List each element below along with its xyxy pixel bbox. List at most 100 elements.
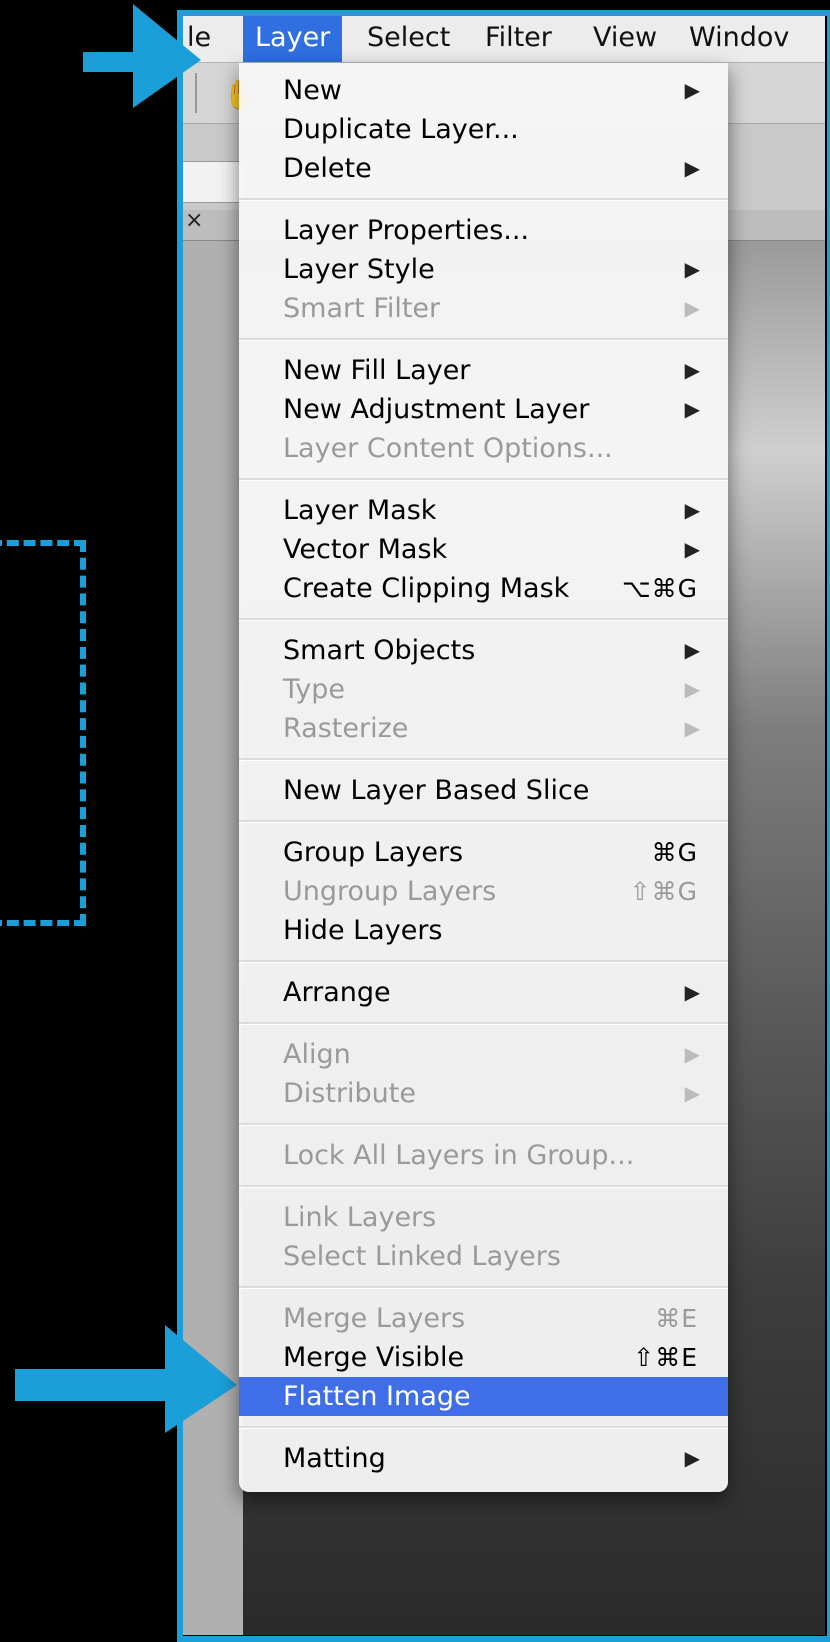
menu-item-rasterize: Rasterize ▶	[239, 709, 728, 748]
menu-item-label: Distribute	[283, 1078, 416, 1109]
shortcut-label: ⌥⌘G	[621, 574, 698, 603]
shortcut-label: ⌘E	[655, 1304, 698, 1333]
menu-item-merge-layers: Merge Layers ⌘E	[239, 1299, 728, 1338]
submenu-arrow-icon: ▶	[684, 1042, 700, 1066]
menu-item-new-fill-layer[interactable]: New Fill Layer ▶	[239, 351, 728, 390]
menu-item-label: Select Linked Layers	[283, 1241, 561, 1272]
menu-item-layer-mask[interactable]: Layer Mask ▶	[239, 491, 728, 530]
menu-item-select-linked-layers: Select Linked Layers	[239, 1237, 728, 1276]
menu-separator	[239, 1123, 728, 1126]
shortcut-label: ⌘G	[651, 838, 698, 867]
menu-separator	[239, 338, 728, 341]
menu-item-label: Flatten Image	[283, 1381, 471, 1412]
menu-item-label: Ungroup Layers	[283, 876, 497, 907]
menubar-item-view[interactable]: View	[581, 14, 669, 62]
submenu-arrow-icon: ▶	[684, 257, 700, 281]
menubar-item-window[interactable]: Windov	[677, 14, 801, 62]
menu-item-label: Matting	[283, 1443, 386, 1474]
submenu-arrow-icon: ▶	[684, 296, 700, 320]
menu-item-duplicate-layer[interactable]: Duplicate Layer...	[239, 110, 728, 149]
menu-separator	[239, 820, 728, 823]
submenu-arrow-icon: ▶	[684, 677, 700, 701]
layer-dropdown-menu: New ▶ Duplicate Layer... Delete ▶ Layer Prope…	[239, 63, 728, 1492]
menu-bar: le Layer Select Filter View Windov	[183, 14, 825, 63]
menu-item-label: Create Clipping Mask	[283, 573, 570, 604]
menu-item-smart-objects[interactable]: Smart Objects ▶	[239, 631, 728, 670]
menu-item-group-layers[interactable]: Group Layers ⌘G	[239, 833, 728, 872]
menu-item-label: Smart Filter	[283, 293, 441, 324]
arrow-pointing-to-layer-menu	[83, 4, 201, 108]
menu-item-link-layers: Link Layers	[239, 1198, 728, 1237]
menu-item-label: New	[283, 75, 342, 106]
menu-item-label: Layer Mask	[283, 495, 437, 526]
menu-item-hide-layers[interactable]: Hide Layers	[239, 911, 728, 950]
menu-item-align: Align ▶	[239, 1035, 728, 1074]
menu-item-merge-visible[interactable]: Merge Visible ⇧⌘E	[239, 1338, 728, 1377]
menu-separator	[239, 198, 728, 201]
menu-item-label: Merge Visible	[283, 1342, 465, 1373]
menu-item-label: Lock All Layers in Group...	[283, 1140, 635, 1171]
menu-item-label: New Fill Layer	[283, 355, 471, 386]
submenu-arrow-icon: ▶	[684, 1446, 700, 1470]
menu-separator	[239, 618, 728, 621]
menu-item-arrange[interactable]: Arrange ▶	[239, 973, 728, 1012]
shortcut-label: ⇧⌘G	[629, 877, 698, 906]
menu-item-label: Align	[283, 1039, 351, 1070]
menu-item-label: Duplicate Layer...	[283, 114, 519, 145]
menu-separator	[239, 478, 728, 481]
menu-item-ungroup-layers: Ungroup Layers ⇧⌘G	[239, 872, 728, 911]
submenu-arrow-icon: ▶	[684, 638, 700, 662]
submenu-arrow-icon: ▶	[684, 156, 700, 180]
menu-item-label: Layer Style	[283, 254, 435, 285]
menu-item-flatten-image[interactable]: Flatten Image	[239, 1377, 728, 1416]
menu-separator	[239, 758, 728, 761]
shortcut-label: ⇧⌘E	[633, 1343, 698, 1372]
options-field[interactable]	[183, 161, 243, 203]
menu-item-label: Group Layers	[283, 837, 464, 868]
submenu-arrow-icon: ▶	[684, 498, 700, 522]
menu-item-label: Vector Mask	[283, 534, 448, 565]
menubar-item-layer[interactable]: Layer	[243, 14, 343, 62]
submenu-arrow-icon: ▶	[684, 397, 700, 421]
menu-item-label: Merge Layers	[283, 1303, 466, 1334]
dashed-callout-box	[0, 540, 86, 926]
menu-item-label: New Layer Based Slice	[283, 775, 590, 806]
submenu-arrow-icon: ▶	[684, 537, 700, 561]
menu-separator	[239, 1286, 728, 1289]
menu-item-vector-mask[interactable]: Vector Mask ▶	[239, 530, 728, 569]
menu-item-layer-properties[interactable]: Layer Properties...	[239, 211, 728, 250]
menu-item-label: Rasterize	[283, 713, 409, 744]
menu-separator	[239, 1426, 728, 1429]
menubar-item-select[interactable]: Select	[355, 14, 462, 62]
menu-separator	[239, 1185, 728, 1188]
menu-item-label: Arrange	[283, 977, 391, 1008]
menu-item-layer-content-options: Layer Content Options...	[239, 429, 728, 468]
menu-item-smart-filter: Smart Filter ▶	[239, 289, 728, 328]
menu-item-label: Layer Content Options...	[283, 433, 613, 464]
menu-item-matting[interactable]: Matting ▶	[239, 1439, 728, 1478]
menu-item-label: New Adjustment Layer	[283, 394, 590, 425]
menu-separator	[239, 960, 728, 963]
menu-item-distribute: Distribute ▶	[239, 1074, 728, 1113]
menu-item-new-layer-based-slice[interactable]: New Layer Based Slice	[239, 771, 728, 810]
menu-item-delete[interactable]: Delete ▶	[239, 149, 728, 188]
menu-item-label: Delete	[283, 153, 372, 184]
submenu-arrow-icon: ▶	[684, 716, 700, 740]
menu-item-label: Smart Objects	[283, 635, 476, 666]
menu-item-label: Type	[283, 674, 346, 705]
menu-item-new-adjustment-layer[interactable]: New Adjustment Layer ▶	[239, 390, 728, 429]
menu-item-type: Type ▶	[239, 670, 728, 709]
submenu-arrow-icon: ▶	[684, 980, 700, 1004]
menubar-item-filter[interactable]: Filter	[473, 14, 564, 62]
close-icon[interactable]: ×	[185, 208, 203, 233]
menu-item-layer-style[interactable]: Layer Style ▶	[239, 250, 728, 289]
menu-item-label: Link Layers	[283, 1202, 437, 1233]
submenu-arrow-icon: ▶	[684, 358, 700, 382]
menu-item-lock-all-layers-in-group: Lock All Layers in Group...	[239, 1136, 728, 1175]
menu-item-new[interactable]: New ▶	[239, 71, 728, 110]
menu-item-create-clipping-mask[interactable]: Create Clipping Mask ⌥⌘G	[239, 569, 728, 608]
menu-separator	[239, 1022, 728, 1025]
submenu-arrow-icon: ▶	[684, 78, 700, 102]
menu-item-label: Hide Layers	[283, 915, 443, 946]
submenu-arrow-icon: ▶	[684, 1081, 700, 1105]
